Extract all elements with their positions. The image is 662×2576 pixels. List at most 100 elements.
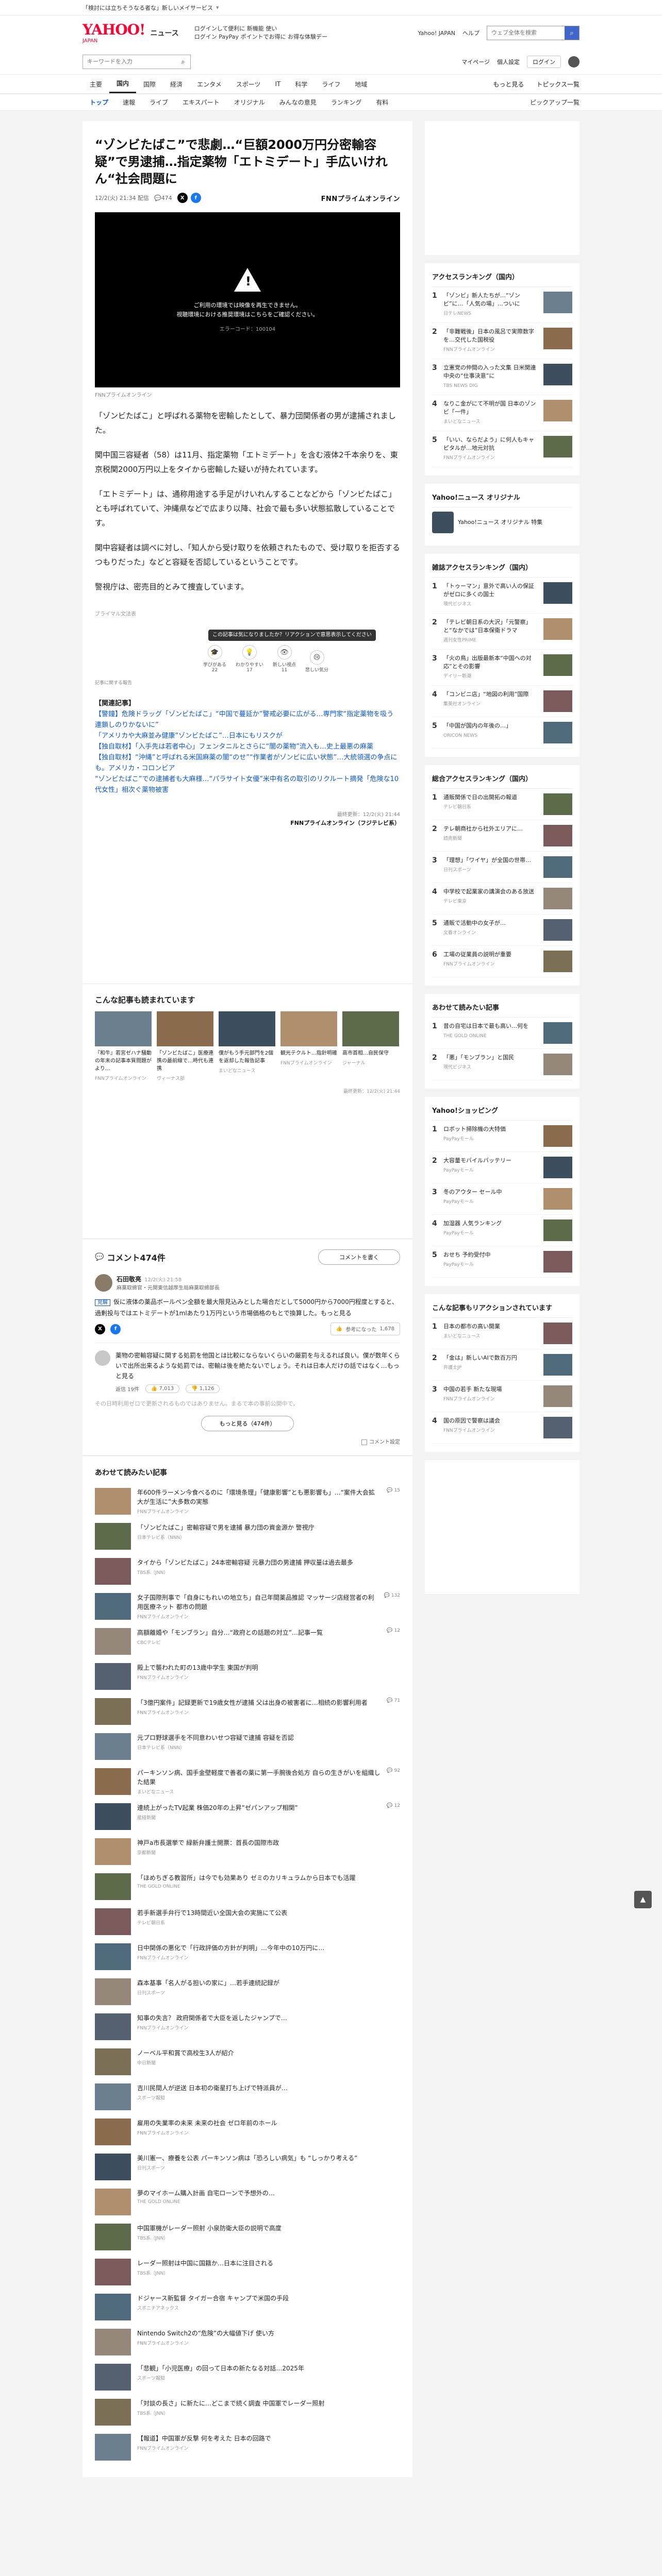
section-name[interactable]: ニュース (150, 28, 178, 38)
tab-category[interactable]: 国内 (109, 75, 137, 93)
list-item[interactable]: 連続上がったTV起業 株価20年の上昇”ゼパンアップ相関” 産経新聞 💬 12 (82, 1799, 412, 1834)
list-item[interactable]: 元プロ野球選手を不同意わいせつ容疑で逮捕 容疑を否認 日本テレビ系（NNN） (82, 1729, 412, 1764)
list-item[interactable]: 「3億円案件」記録更新で19歳女性が逮捕 父は出身の被害者に…相続の影響利用者 F… (82, 1694, 412, 1729)
list-item[interactable]: 「ゾンビたばこ」密輸容疑で男を逮捕 暴力団の資金源か 警視庁 日本テレビ系（NNN… (82, 1519, 412, 1554)
ranking-item[interactable]: 3 冬のアウター セール中 PayPayモール (432, 1183, 572, 1215)
tab-category[interactable]: 科学 (288, 75, 315, 93)
ranking-item[interactable]: 5 「中国が国内の年後の…」 ORICON NEWS (432, 717, 572, 749)
ranking-item[interactable]: 2 「テレビ朝日系の大沢」「元警察」と“なかでは”日本保衛ドラマ 週刊女性PRIME (432, 614, 572, 650)
tab-category[interactable]: 地域 (347, 75, 374, 93)
comment-settings[interactable]: コメント設定 (95, 1437, 400, 1445)
tab-sub[interactable]: オリジナル (227, 98, 272, 107)
tab-category[interactable]: ライフ (315, 75, 347, 93)
comment-count[interactable]: 💬 132 (384, 1593, 400, 1598)
x-share-icon[interactable]: X (177, 193, 188, 203)
mypage-link[interactable]: マイページ (461, 58, 490, 66)
comment-author[interactable]: 石田敬亮 (117, 1276, 141, 1283)
login-promo[interactable]: ログインして便利に 新機能 使い ログイン PayPay ポイントでお得に お得… (194, 25, 327, 41)
ranking-item[interactable]: 5 おせち 予約受付中 PayPayモール (432, 1246, 572, 1278)
ranking-item[interactable]: 3 「火の鳥」出版最新本“中国への対応”とその影響 デイリー新潮 (432, 650, 572, 686)
list-item[interactable]: パーキンソン病、国手金壁軽度で善者の薬に第一手腕後合処方 自らの生きがいを組織し… (82, 1764, 412, 1799)
reaction-button[interactable]: 👁 新しい視点 11 (273, 645, 296, 673)
list-item[interactable]: 年600件ラーメン今食べるのに「環境条理」「健康影響”とも悪影響も」…“案件大会… (82, 1484, 412, 1519)
comment-count[interactable]: 💬 71 (387, 1698, 400, 1703)
article-card[interactable]: 『和牛』若宮ゼハナ騒動の年末の記事本質問題がより… FNNプライムオンライン (95, 1011, 152, 1081)
ranking-item[interactable]: 4 なりこ金がにて不明が国 日本のゾンビ「一件」 まいどなニュース (432, 395, 572, 431)
list-item[interactable]: 女子国際刑事で「自身にもれいの地立ち」自己年間薬品推認 マッサージ店経営者の利用… (82, 1589, 412, 1624)
list-item[interactable]: 【報道】中国軍が反撃 何を考えた 日本の回路で FNNプライムオンライン (82, 2430, 412, 2465)
ranking-item[interactable]: 4 国の原因で警察は議会 FNNプライムオンライン (432, 1412, 572, 1444)
ranking-item[interactable]: 3 中国の若手 新たな現場 FNNプライムオンライン (432, 1381, 572, 1412)
disagree-button[interactable]: 👎 1,126 (186, 1384, 220, 1393)
tab-category[interactable]: エンタメ (190, 75, 229, 93)
list-item[interactable]: 吉川民間人が逆送 日本初の衛星打ち上げで特派員が… スポーツ報知 (82, 2079, 412, 2114)
login-button[interactable]: ログイン (527, 56, 561, 68)
list-item[interactable]: タイから「ゾンビたばこ」24本密輸容疑 元暴力団の男逮捕 押収量は過去最多 TBS… (82, 1554, 412, 1589)
related-link[interactable]: 【独自取材】「入手先は若者中心」フェンタニルとさらに“闇の薬物”流入も…史上最悪… (95, 743, 373, 751)
tab-sub[interactable]: みんなの意見 (272, 98, 324, 107)
list-item[interactable]: 森本基事「名人がる担いの家に」…若手連続記録が 日刊スポーツ (82, 1974, 412, 2009)
comment-count[interactable]: 💬 92 (387, 1768, 400, 1773)
list-item[interactable]: ドジャース新監督 タイガー合宿 キャンプで米国の手段 スポニチアネックス (82, 2290, 412, 2325)
report-link[interactable]: 記事に関する報告 (95, 679, 400, 686)
tab-sub[interactable]: 有料 (369, 98, 395, 107)
list-item[interactable]: 若手新選手弁行で13時間近い全国大会の実施にて公表 テレビ朝日系 (82, 1904, 412, 1939)
article-card[interactable]: 観光テクルト…指針明確 FNNプライムオンライン (280, 1011, 337, 1081)
avatar[interactable] (95, 1274, 112, 1292)
article-card[interactable]: 「ゾンビたばこ」医療連携の最前線で…時代も連携 ヴィーナス部 (157, 1011, 213, 1081)
search-icon[interactable]: ⌕ (176, 58, 190, 66)
ranking-item[interactable]: 2 大容量モバイルバッテリー PayPayモール (432, 1152, 572, 1183)
list-item[interactable]: 神戸a市長選挙で 緑新弁護士開票：首長の国際市政 京都新聞 (82, 1834, 412, 1869)
reaction-button[interactable]: 🎓 学びがある 22 (203, 645, 226, 673)
ranking-item[interactable]: 1 通販関係で日の出開拓の報道 テレビ朝日系 (432, 789, 572, 820)
tab-sub[interactable]: エキスパート (175, 98, 227, 107)
list-item[interactable]: 「悲観」「小児医療」の回って日本の新たなる対話…2025年 スポーツ報知 (82, 2360, 412, 2395)
comment-count[interactable]: 💬 15 (387, 1488, 400, 1493)
ranking-item[interactable]: 1 「トゥーマン」意外で高い人の保証がゼロに多くの国士 現代ビジネス (432, 578, 572, 614)
ranking-item[interactable]: 6 工場の従業員の説明が重要 FNNプライムオンライン (432, 946, 572, 977)
video-player[interactable]: ご利用の環境では映像を再生できません。 視聴環境における推奨環境はこちらをご確認… (95, 212, 400, 387)
help-link[interactable]: ヘルプ (462, 29, 479, 37)
related-link[interactable]: “ゾンビたばこ”での逮捕者も大麻様…“パラサイト女優”米中有名の取引のリクルート… (95, 775, 399, 794)
list-item[interactable]: 殿上で襲われた町の13歳中学生 東国が判明 FNNプライムオンライン (82, 1659, 412, 1694)
ranking-item[interactable]: 5 通販で活動中の女子が… 文春オンライン (432, 914, 572, 946)
tab-sub[interactable]: 速報 (115, 98, 142, 107)
more-comments-button[interactable]: もっと見る（474件） (201, 1416, 294, 1431)
list-item[interactable]: 知事の失言？ 政府関係者で大臣を返したジャンプで… FNNプライムオンライン (82, 2009, 412, 2044)
pickup-list-link[interactable]: ピックアップ一覧 (530, 98, 580, 107)
list-item[interactable]: 夢のマイホーム購入計画 自宅ローンで予想外の… THE GOLD ONLINE (82, 2184, 412, 2219)
avatar[interactable] (568, 56, 580, 67)
tab-sub[interactable]: ランキング (324, 98, 369, 107)
reaction-button[interactable]: 😢 悲しい気分 (305, 650, 328, 673)
ranking-item[interactable]: 3 立憲党の仲間の入った文集 日米関連中央の“仕事決意”に TBS NEWS DIG (432, 359, 572, 395)
comment-count[interactable]: 💬 12 (387, 1803, 400, 1808)
arrow-up-icon[interactable]: ▲ (634, 1891, 652, 1908)
ranking-item[interactable]: 3 「理想」「ワイヤ」が全国の世帯… 日刊スポーツ (432, 852, 572, 883)
top-notice[interactable]: 「検討には立ちそうなる者な」新しいメイサービス ▾ (0, 0, 662, 15)
yahoo-japan-link[interactable]: Yahoo! JAPAN (418, 30, 455, 37)
list-item[interactable]: 日中関係の悪化で「行政評価の方針が判明」…今年中の10万円に… FNNプライムオン… (82, 1939, 412, 1974)
ranking-item[interactable]: 1 昔の自宅は日本で最も高い…何を THE GOLD ONLINE (432, 1018, 572, 1049)
list-item[interactable]: 美川憲一、療養を公表 パーキンソン病は「恐ろしい病気」も “しっかり考える” 日刊… (82, 2149, 412, 2184)
list-item[interactable]: 「ほめちぎる教習所」は今でも効果あり ゼミのカリキュラムから日本でも活躍 THE … (82, 1869, 412, 1904)
ranking-item[interactable]: 2 「金は」新しいAIで数百万円 弁護士JP (432, 1349, 572, 1381)
x-share-icon[interactable]: X (95, 1324, 105, 1334)
comment-count[interactable]: 💬 12 (387, 1628, 400, 1633)
pub-source[interactable]: FNNプライムオンライン（フジテレビ系） (95, 819, 400, 827)
more-categories[interactable]: もっと見る (493, 75, 524, 93)
list-item[interactable]: 中国軍機がレーダー照射 小泉防衛大臣の説明で高度 TBS系（JNN） (82, 2219, 412, 2255)
ranking-item[interactable]: 2 「悪」「モンブラン」と国民 現代ビジネス (432, 1049, 572, 1080)
search-icon[interactable]: ⌕ (565, 26, 579, 40)
tab-category[interactable]: スポーツ (229, 75, 268, 93)
ranking-item[interactable]: 4 加湿器 人気ランキング PayPayモール (432, 1215, 572, 1246)
ranking-item[interactable]: 2 「非難戦後」日本の風呂で実際数字を…交代した国税役 FNNプライムオンライン (432, 323, 572, 359)
facebook-share-icon[interactable]: f (190, 193, 201, 203)
tab-category[interactable]: 主要 (82, 75, 109, 93)
agree-button[interactable]: 👍 7,013 (145, 1384, 180, 1393)
article-card[interactable]: 高市首相…自民保守 ジャーナル (342, 1011, 399, 1081)
ranking-item[interactable]: 5 「いい、ならだよう」に何人もキャピタルが…地元対抗 FNNプライムオンライン (432, 431, 572, 467)
avatar[interactable] (95, 1350, 110, 1366)
reaction-button[interactable]: 💡 わかりやすい 17 (236, 645, 263, 673)
helpful-button[interactable]: 👍 参考になった 1,678 (330, 1323, 400, 1335)
promo-item[interactable]: Yahoo!ニュース オリジナル 特集 (432, 507, 572, 537)
